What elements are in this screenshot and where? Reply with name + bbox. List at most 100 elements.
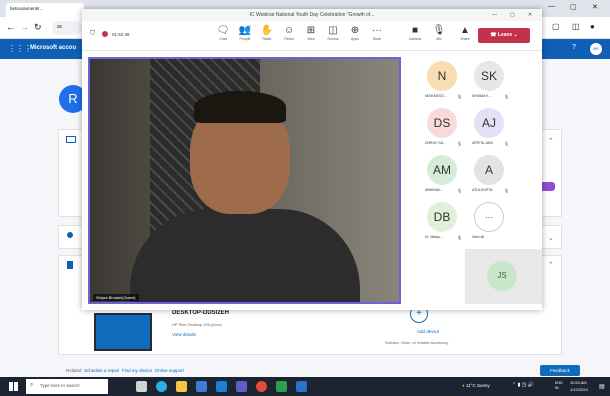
add-device-hint: Surface, Xbox, or related accessory (385, 340, 449, 345)
apps-button[interactable]: ⊕ Apps (344, 25, 366, 41)
file-explorer-icon[interactable] (176, 381, 187, 392)
user-avatar[interactable]: MF (590, 43, 602, 55)
taskbar-search[interactable]: ⌕ Type here to search (26, 379, 108, 394)
browser-max-icon[interactable]: ▢ (570, 3, 577, 11)
participant-name: ARPITA JAIN (472, 141, 493, 145)
react-button[interactable]: ☺ React (278, 25, 300, 41)
clock-time[interactable]: 11:53 AM (570, 380, 587, 385)
sun-icon: ● (462, 383, 465, 388)
chrome-icon[interactable] (256, 381, 267, 392)
mic-muted-icon: 🎙 (504, 94, 510, 99)
participant-avatar[interactable]: AM (427, 155, 457, 185)
browser-close-icon[interactable]: ✕ (592, 3, 598, 11)
speaker-hair (194, 91, 286, 123)
participant-avatar[interactable]: DB (427, 202, 457, 232)
people-label: People (239, 37, 251, 41)
edge-icon[interactable] (156, 381, 167, 392)
mic-muted-icon: 🎙 (457, 94, 463, 99)
window-close-icon[interactable]: ✕ (528, 9, 532, 21)
language-indicator[interactable]: ENG IN (555, 381, 567, 391)
mic-muted-icon: 🎙 (504, 141, 510, 146)
view-button[interactable]: ⊞ View (300, 25, 322, 41)
speaker-name-tag: Shipra Bhutani(Guest) (93, 294, 139, 301)
app-icon-blue[interactable] (296, 381, 307, 392)
mail-icon[interactable] (216, 381, 227, 392)
split-icon[interactable]: ◫ (572, 22, 580, 31)
back-icon[interactable]: ← (6, 22, 15, 32)
participant-name: View all (472, 235, 484, 239)
camera-icon: ■ (411, 25, 419, 36)
participant-gallery: N NISHANTDI... 🎙 SK SHIVAM K... 🎙 DS DHRUV SA..… (412, 57, 537, 247)
tray-icons[interactable]: ⌃ ▮ ◳ 🔊 (512, 382, 534, 388)
weather-text: 11°C Sunny (465, 383, 490, 388)
window-max-icon[interactable]: ▢ (510, 9, 515, 21)
ms-account-title: Microsoft accou (30, 45, 77, 51)
people-count-badge: 47 (247, 25, 251, 29)
mic-muted-icon: 🎙 (457, 188, 463, 193)
raise-hand-icon: ✋ (260, 25, 274, 36)
chat-button[interactable]: 🗨 Chat (212, 25, 234, 41)
browser-tab[interactable]: betsoulumenbr... (6, 3, 84, 17)
raise-button[interactable]: ✋ Raise (256, 25, 278, 41)
feedback-label: Feedback (550, 368, 570, 373)
chevron-down-icon: ⌄ (513, 32, 518, 38)
task-view-icon[interactable] (136, 381, 147, 392)
more-button[interactable]: ··· More (366, 25, 388, 41)
self-avatar: JS (487, 261, 517, 291)
rooms-button[interactable]: ◫ Rooms (322, 25, 344, 41)
participant-avatar[interactable]: N (427, 61, 457, 91)
notification-icon[interactable]: ▤ (599, 383, 605, 390)
participant-avatar[interactable]: DS (427, 108, 457, 138)
participant-avatar[interactable]: ··· (474, 202, 504, 232)
desktop-image (94, 313, 152, 351)
start-icon[interactable] (9, 382, 18, 391)
windows-taskbar: ⌕ Type here to search ● 11°C Sunny ⌃ ▮ ◳… (0, 377, 610, 396)
view-icon: ⊞ (306, 25, 316, 36)
clock-date[interactable]: 1/12/2024 (570, 387, 588, 392)
view-details-link[interactable]: View details (172, 332, 196, 337)
shield-check-icon: ⛉ (90, 30, 96, 37)
help-icon[interactable]: ? (572, 44, 576, 51)
footer-links: Related Schedule a repair Find my device… (66, 368, 184, 373)
chat-icon: 🗨 (216, 25, 230, 36)
teams-app-icon[interactable] (236, 381, 247, 392)
more-icon: ··· (372, 25, 382, 36)
feedback-button[interactable]: Feedback (540, 365, 580, 376)
chevron-up-icon-2[interactable]: ⌃ (548, 261, 554, 269)
participant-avatar[interactable]: SK (474, 61, 504, 91)
participant-avatar[interactable]: AJ (474, 108, 504, 138)
find-device-link[interactable]: Find my device (122, 368, 152, 373)
participant-name: NISHANTDI... (425, 94, 447, 98)
chevron-up-icon-1[interactable]: ⌃ (548, 137, 554, 145)
mic-muted-icon: 🎙 (504, 188, 510, 193)
camera-button[interactable]: ■ Camera (404, 25, 426, 41)
share-icon: ▲ (460, 25, 470, 36)
app-launcher-icon[interactable]: ⋮⋮⋮ (8, 44, 32, 53)
browser-min-icon[interactable]: — (548, 3, 555, 10)
people-button[interactable]: 👥 47 People (234, 25, 256, 41)
schedule-repair-link[interactable]: Schedule a repair (84, 368, 119, 373)
add-device-link[interactable]: Add device (417, 329, 439, 334)
forward-icon[interactable]: → (20, 22, 29, 32)
weather-widget[interactable]: ● 11°C Sunny (462, 383, 490, 388)
app-icon-green[interactable] (276, 381, 287, 392)
window-min-icon[interactable]: — (492, 9, 497, 21)
mic-button[interactable]: 🎙 Mic (428, 25, 450, 41)
tab-icon[interactable]: ▢ (552, 22, 560, 31)
mic-muted-icon: 🎙 (457, 235, 463, 240)
people-icon: 👥 (238, 25, 252, 36)
profile-icon[interactable]: ● (590, 22, 595, 31)
store-icon[interactable] (196, 381, 207, 392)
leave-button[interactable]: ☎ Leave ⌄ (478, 28, 530, 43)
self-view-tile[interactable]: JS (465, 249, 542, 304)
mic-muted-icon: 🎙 (457, 141, 463, 146)
share-button[interactable]: ▲ Share (454, 25, 476, 41)
speaker-video[interactable]: Shipra Bhutani(Guest) (88, 57, 401, 304)
refresh-icon[interactable]: ↻ (34, 22, 42, 33)
chevron-down-icon[interactable]: ⌄ (548, 234, 554, 242)
online-support-link[interactable]: Online support (155, 368, 184, 373)
participant-avatar[interactable]: A (474, 155, 504, 185)
url-field[interactable]: ac (52, 21, 82, 35)
camera-label: Camera (408, 37, 422, 41)
share-label: Share (460, 37, 470, 41)
